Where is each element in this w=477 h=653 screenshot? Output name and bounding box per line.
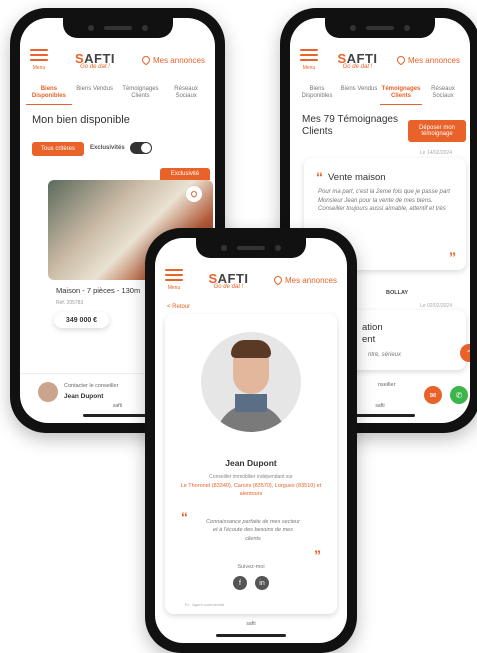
exclusive-badge: Exclusivité xyxy=(160,168,210,180)
my-listings-link[interactable]: Mes annonces xyxy=(395,54,460,66)
social-links: f in xyxy=(165,576,337,590)
testimonial-text: Pour ma part, c'est la 2eme fois que je … xyxy=(318,189,450,213)
testimonial2-date: Le 02/02/2024 xyxy=(420,303,452,309)
home-indicator xyxy=(82,414,153,417)
advisor-name: Jean Dupont xyxy=(225,458,277,468)
contact-label: Contacter le conseiller xyxy=(64,383,119,389)
facebook-icon[interactable]: f xyxy=(233,576,247,590)
quote-close-icon: ” xyxy=(449,249,456,265)
safti-logo[interactable]: SAFTI Go de dat ! xyxy=(337,51,377,70)
email-button[interactable]: ✉ xyxy=(424,386,442,404)
safti-logo[interactable]: SAFTI Go de dat ! xyxy=(208,271,248,290)
advisor-role: Conseiller immobilier indépendant sur xyxy=(209,474,293,480)
quote-icon: “ xyxy=(316,169,323,185)
heart-icon xyxy=(140,54,152,66)
phone-advisor-profile: Menu SAFTI Go de dat ! Mes annonces < Ret… xyxy=(145,228,357,653)
marketing-composite: Menu SAFTI Go de dat ! Mes annonces Biens… xyxy=(0,0,477,653)
app-header: Menu SAFTI Go de dat ! Mes annonces xyxy=(290,40,470,80)
notch xyxy=(196,238,306,258)
advisor-photo xyxy=(201,332,301,432)
testimonial-author: BOLLAY xyxy=(386,290,409,296)
my-listings-link[interactable]: Mes annonces xyxy=(272,274,337,286)
quote-close-icon: ” xyxy=(314,547,321,563)
notch xyxy=(325,18,435,38)
home-indicator xyxy=(216,634,286,637)
tab-bar: Biens Disponibles Biens Vendus Témoignag… xyxy=(290,86,470,106)
heart-icon xyxy=(395,54,407,66)
menu-button[interactable]: Menu xyxy=(165,269,183,291)
testimonial-title: Vente maison xyxy=(328,171,386,183)
tab-sold[interactable]: Biens Vendus xyxy=(338,86,380,105)
call-button[interactable]: ✆ xyxy=(450,386,468,404)
advisor-cities: Le Thoronet (83340), Carcès (83570), Lor… xyxy=(180,483,322,498)
advisor-avatar xyxy=(38,382,58,402)
advisor-quote: Connaissance parfaite de mes secteur et … xyxy=(206,519,300,542)
app-header: Menu SAFTI Go de dat ! Mes annonces xyxy=(155,260,347,300)
quote-icon: “ xyxy=(181,509,188,525)
leave-testimonial-button[interactable]: Déposer mon témoignage xyxy=(408,120,466,142)
tab-social[interactable]: Réseaux Sociaux xyxy=(163,86,209,105)
exclusive-toggle-label: Exclusivités xyxy=(90,145,125,151)
menu-button[interactable]: Menu xyxy=(30,49,48,71)
safti-logo[interactable]: SAFTI Go de dat ! xyxy=(75,51,115,70)
contact-label: nseiller xyxy=(378,382,396,388)
back-link[interactable]: < Retour xyxy=(167,304,190,310)
page-title: Mes 79 Témoignages Clients xyxy=(302,114,398,137)
menu-button[interactable]: Menu xyxy=(300,49,318,71)
tab-testimonials[interactable]: Témoignages Clients xyxy=(118,86,164,105)
tab-sold[interactable]: Biens Vendus xyxy=(72,86,118,105)
tab-testimonials[interactable]: Témoignages Clients xyxy=(380,86,422,106)
linkedin-icon[interactable]: in xyxy=(255,576,269,590)
tab-available[interactable]: Biens Disponibles xyxy=(296,86,338,105)
exclusive-toggle[interactable] xyxy=(130,142,152,154)
testimonial2-title: ation ent xyxy=(362,322,383,346)
my-listings-link[interactable]: Mes annonces xyxy=(140,54,205,66)
tab-bar: Biens Disponibles Biens Vendus Témoignag… xyxy=(20,86,215,106)
legal-mention: EI - Agent commercial xyxy=(185,602,225,607)
contact-name: Jean Dupont xyxy=(64,393,104,400)
page-title: Mon bien disponible xyxy=(32,114,130,126)
footer-logo: safti xyxy=(246,621,256,627)
testimonial2-text: ntre, sérieux xyxy=(368,352,402,358)
notch xyxy=(62,18,173,38)
testimonial-date: Le 14/02/2024 xyxy=(420,150,452,156)
heart-icon xyxy=(189,189,199,199)
phone3-screen: Menu SAFTI Go de dat ! Mes annonces < Ret… xyxy=(155,238,347,643)
tab-social[interactable]: Réseaux Sociaux xyxy=(422,86,464,105)
profile-card: Jean Dupont Conseiller immobilier indépe… xyxy=(165,314,337,614)
app-header: Menu SAFTI Go de dat ! Mes annonces xyxy=(20,40,215,80)
follow-label: Suivez-moi xyxy=(237,564,265,570)
filter-button[interactable]: Tous critères xyxy=(32,142,84,156)
heart-icon xyxy=(272,274,284,286)
tab-available[interactable]: Biens Disponibles xyxy=(26,86,72,106)
property-title[interactable]: Maison - 7 pièces - 130m xyxy=(56,286,140,295)
favorite-button[interactable] xyxy=(186,186,202,202)
price-tag: 349 000 € xyxy=(54,312,109,328)
property-ref: Réf. 205783 xyxy=(56,300,84,306)
